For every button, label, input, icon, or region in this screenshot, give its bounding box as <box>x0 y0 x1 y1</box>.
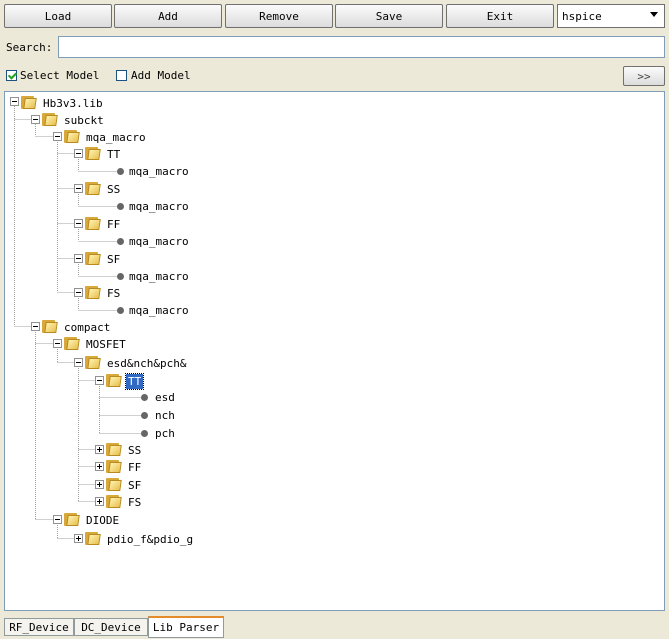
tab-dc-device[interactable]: DC_Device <box>74 618 148 636</box>
bottom-tabs: RF_Device DC_Device Lib Parser <box>4 616 665 638</box>
expand-icon[interactable] <box>74 534 83 543</box>
folder-icon <box>21 95 39 110</box>
search-input[interactable] <box>58 36 665 58</box>
tree-leaf-model[interactable]: nch <box>153 408 177 423</box>
tree-leaf-model[interactable]: mqa_macro <box>127 234 191 249</box>
folder-icon <box>106 494 124 509</box>
expand-icon[interactable] <box>95 497 104 506</box>
folder-icon <box>85 181 103 196</box>
tree-node-selected[interactable]: TT <box>124 373 145 390</box>
chevron-down-icon <box>650 12 658 17</box>
tree-node-mosfet[interactable]: MOSFET <box>84 337 128 352</box>
tree-node-esd-group[interactable]: esd&nch&pch& <box>105 356 188 371</box>
model-dot-icon <box>117 273 124 280</box>
collapse-icon[interactable] <box>53 132 62 141</box>
collapse-icon[interactable] <box>74 254 83 263</box>
collapse-icon[interactable] <box>74 219 83 228</box>
folder-icon <box>85 531 103 546</box>
folder-icon <box>64 336 82 351</box>
collapse-icon[interactable] <box>74 149 83 158</box>
expand-icon[interactable] <box>95 445 104 454</box>
collapse-icon[interactable] <box>10 97 19 106</box>
collapse-icon[interactable] <box>53 339 62 348</box>
collapse-icon[interactable] <box>31 115 40 124</box>
search-label: Search: <box>6 41 53 54</box>
tree-node-diode-child[interactable]: pdio_f&pdio_g <box>105 532 195 547</box>
select-model-checkbox[interactable] <box>6 70 17 81</box>
next-button[interactable]: >> <box>623 66 665 86</box>
folder-icon <box>42 112 60 127</box>
folder-icon <box>64 129 82 144</box>
collapse-icon[interactable] <box>74 288 83 297</box>
model-dot-icon <box>117 307 124 314</box>
folder-icon <box>85 216 103 231</box>
folder-icon <box>106 477 124 492</box>
tab-rf-device[interactable]: RF_Device <box>4 618 74 636</box>
tree-node-corner[interactable]: FF <box>126 460 143 475</box>
collapse-icon[interactable] <box>74 184 83 193</box>
exit-button[interactable]: Exit <box>446 4 554 28</box>
library-tree[interactable]: Hb3v3.lib subckt mqa_macro TT mqa_macro … <box>4 91 665 611</box>
folder-icon <box>85 146 103 161</box>
tab-lib-parser[interactable]: Lib Parser <box>148 616 224 638</box>
model-dot-icon <box>141 394 148 401</box>
simulator-select-value: hspice <box>562 9 602 23</box>
tree-node-corner[interactable]: SS <box>105 182 122 197</box>
collapse-icon[interactable] <box>95 376 104 385</box>
tree-node-corner[interactable]: TT <box>105 147 122 162</box>
model-options: Select Model Add Model >> <box>4 66 665 88</box>
folder-icon <box>64 512 82 527</box>
folder-icon <box>106 373 124 388</box>
add-model-checkbox[interactable] <box>116 70 127 81</box>
tree-leaf-model[interactable]: mqa_macro <box>127 269 191 284</box>
model-dot-icon <box>141 430 148 437</box>
tree-node-corner[interactable]: SF <box>126 478 143 493</box>
tree-node-corner[interactable]: SS <box>126 443 143 458</box>
save-button[interactable]: Save <box>335 4 443 28</box>
tree-leaf-model[interactable]: esd <box>153 390 177 405</box>
folder-icon <box>85 251 103 266</box>
simulator-select[interactable]: hspice <box>557 4 665 28</box>
tree-node-corner[interactable]: FS <box>126 495 143 510</box>
load-button[interactable]: Load <box>4 4 112 28</box>
tree-leaf-model[interactable]: pch <box>153 426 177 441</box>
tree-leaf-model[interactable]: mqa_macro <box>127 303 191 318</box>
model-dot-icon <box>117 238 124 245</box>
folder-icon <box>42 319 60 334</box>
select-model-label: Select Model <box>20 69 100 82</box>
tree-leaf-model[interactable]: mqa_macro <box>127 199 191 214</box>
collapse-icon[interactable] <box>74 358 83 367</box>
remove-button[interactable]: Remove <box>225 4 333 28</box>
folder-icon <box>85 285 103 300</box>
collapse-icon[interactable] <box>31 322 40 331</box>
collapse-icon[interactable] <box>53 515 62 524</box>
toolbar: Load Add Remove Save Exit hspice <box>4 4 665 30</box>
add-button[interactable]: Add <box>114 4 222 28</box>
tree-node-corner[interactable]: FF <box>105 217 122 232</box>
expand-icon[interactable] <box>95 462 104 471</box>
search-row: Search: <box>4 36 665 60</box>
add-model-label: Add Model <box>131 69 191 82</box>
tree-node-corner[interactable]: FS <box>105 286 122 301</box>
tree-leaf-model[interactable]: mqa_macro <box>127 164 191 179</box>
folder-icon <box>106 459 124 474</box>
model-dot-icon <box>117 168 124 175</box>
model-dot-icon <box>117 203 124 210</box>
expand-icon[interactable] <box>95 480 104 489</box>
tree-node-mqa-macro[interactable]: mqa_macro <box>84 130 148 145</box>
tree-node-diode[interactable]: DIODE <box>84 513 121 528</box>
tree-node-root[interactable]: Hb3v3.lib <box>41 96 105 111</box>
tree-node-compact[interactable]: compact <box>62 320 112 335</box>
folder-icon <box>85 355 103 370</box>
tree-node-corner[interactable]: SF <box>105 252 122 267</box>
model-dot-icon <box>141 412 148 419</box>
folder-icon <box>106 442 124 457</box>
tree-node-subckt[interactable]: subckt <box>62 113 106 128</box>
